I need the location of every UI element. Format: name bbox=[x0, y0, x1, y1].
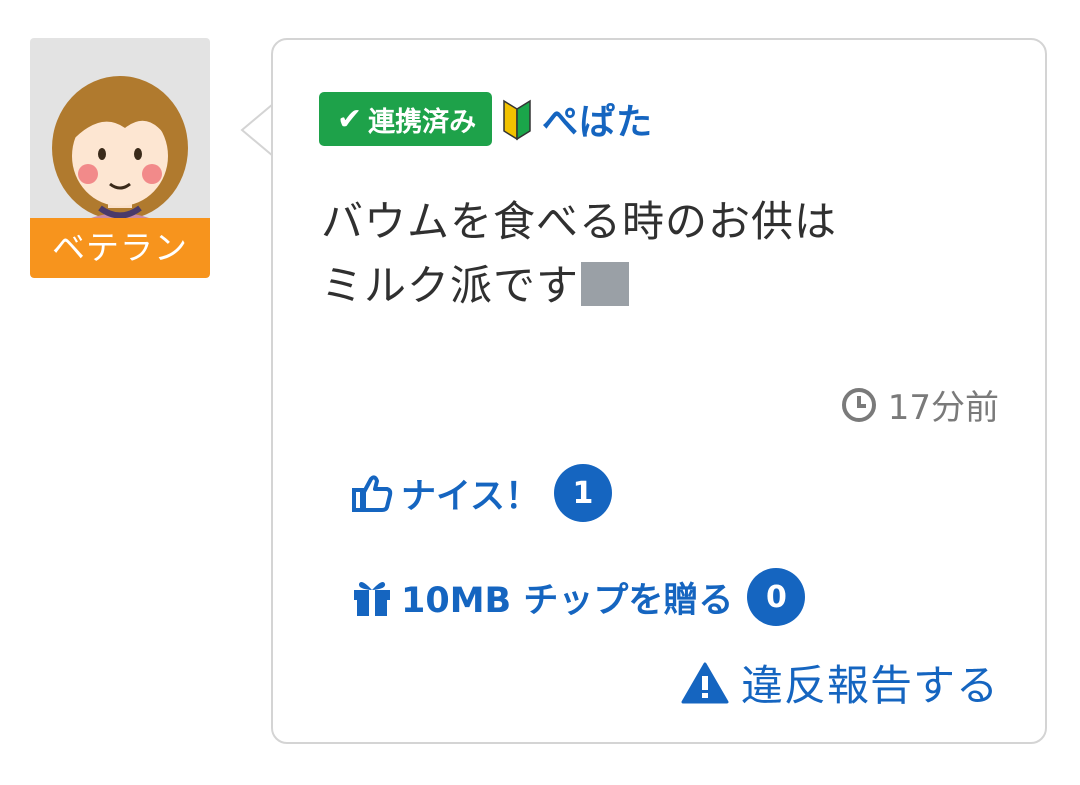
comment-message: バウムを食べる時のお供は ミルク派です bbox=[321, 190, 961, 318]
emoji-placeholder bbox=[581, 262, 630, 306]
v-check-icon: ✔ bbox=[337, 101, 363, 137]
gift-icon bbox=[351, 576, 393, 618]
report-label: 違反報告する bbox=[740, 661, 999, 710]
time-ago: 17分前 bbox=[887, 388, 999, 428]
beginner-mark-icon bbox=[503, 99, 531, 141]
linked-badge: ✔ 連携済み bbox=[319, 92, 493, 146]
comment-header: ✔ 連携済み ぺぱた bbox=[319, 90, 653, 148]
avatar[interactable]: ベテラン bbox=[30, 38, 210, 278]
tip-label: 10MB チップを贈る bbox=[401, 580, 734, 621]
tip-button[interactable]: 10MB チップを贈る 0 bbox=[351, 568, 806, 626]
message-line-2: ミルク派です bbox=[321, 254, 961, 318]
timestamp: 17分前 bbox=[840, 380, 999, 429]
thumbs-up-icon bbox=[351, 473, 393, 513]
nice-label: ナイス！ bbox=[401, 476, 540, 517]
comment-bubble: ✔ 連携済み ぺぱた バウムを食べる時のお供は ミルク派です 17分前 ナイス！… bbox=[271, 38, 1047, 744]
linked-badge-label: 連携済み bbox=[368, 106, 477, 138]
report-link[interactable]: 違反報告する bbox=[681, 652, 999, 713]
comment-card: ベテラン ✔ 連携済み ぺぱた バウムを食べる時のお供は ミルク派です 17分前… bbox=[0, 0, 1080, 785]
nice-button[interactable]: ナイス！ 1 bbox=[351, 464, 612, 522]
message-line-1: バウムを食べる時のお供は bbox=[321, 197, 838, 246]
rank-badge: ベテラン bbox=[30, 218, 210, 278]
clock-icon bbox=[841, 387, 876, 422]
user-name[interactable]: ぺぱた bbox=[542, 93, 653, 145]
message-line-2-text: ミルク派です bbox=[321, 261, 580, 310]
nice-count-badge: 1 bbox=[553, 464, 612, 522]
warning-icon bbox=[681, 662, 729, 703]
tip-count-badge: 0 bbox=[747, 568, 806, 626]
